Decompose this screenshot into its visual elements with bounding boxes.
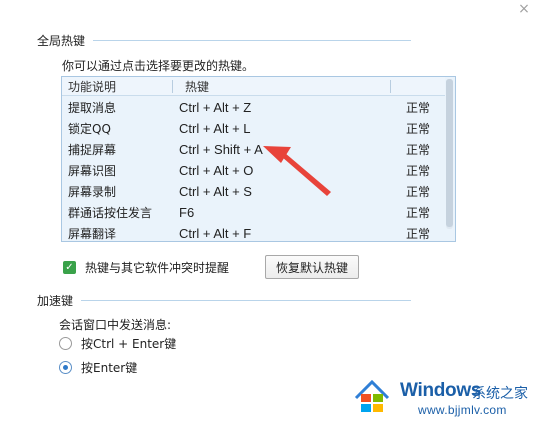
watermark: Windows 系统之家 www.bjjmlv.com [348,374,534,422]
row-hotkey[interactable]: Ctrl + Alt + S [179,184,252,199]
row-status: 正常 [406,185,431,199]
section-divider [93,40,411,41]
column-header-hotkey: 热键 [185,79,210,94]
send-message-label: 会话窗口中发送消息: [59,318,172,332]
row-status: 正常 [406,227,431,241]
row-hotkey[interactable]: Ctrl + Alt + Z [179,100,251,115]
radio-option-enter[interactable]: 按Enter键 [59,359,137,376]
row-status: 正常 [406,164,431,178]
row-hotkey[interactable]: Ctrl + Alt + F [179,226,251,241]
table-row-push-to-talk[interactable]: 群通话按住发言 F6 正常 [62,202,445,223]
conflict-reminder-checkbox[interactable]: ✓ [63,261,76,274]
row-function: 屏幕识图 [68,164,117,178]
row-function: 群通话按住发言 [68,206,153,220]
row-status: 正常 [406,206,431,220]
radio-option-ctrl-enter[interactable]: 按Ctrl + Enter键 [59,335,176,352]
row-function: 锁定QQ [68,122,111,136]
section-global-hotkeys-header: 全局热键 [37,32,411,49]
table-rows: 提取消息 Ctrl + Alt + Z 正常 锁定QQ Ctrl + Alt +… [62,97,445,241]
watermark-url: www.bjjmlv.com [418,403,507,417]
row-hotkey[interactable]: Ctrl + Shift + A [179,142,263,157]
row-hotkey[interactable]: Ctrl + Alt + O [179,163,253,178]
hotkey-description: 你可以通过点击选择要更改的热键。 [62,59,255,73]
row-status: 正常 [406,122,431,136]
row-function: 捕捉屏幕 [68,143,117,157]
row-function: 提取消息 [68,101,117,115]
table-scrollbar[interactable] [446,79,453,229]
conflict-reminder-label[interactable]: 热键与其它软件冲突时提醒 [85,259,229,276]
row-hotkey[interactable]: F6 [179,205,194,220]
column-separator [390,80,391,93]
table-row-screen-capture[interactable]: 捕捉屏幕 Ctrl + Shift + A 正常 [62,139,445,160]
section-divider [81,300,411,301]
radio-enter[interactable] [59,361,72,374]
row-function: 屏幕翻译 [68,227,117,241]
row-function: 屏幕录制 [68,185,117,199]
table-header: 功能说明 热键 [62,77,445,96]
section-accelerator-header: 加速键 [37,292,411,309]
scrollbar-thumb[interactable] [446,79,453,227]
row-status: 正常 [406,101,431,115]
table-row-screen-recognize[interactable]: 屏幕识图 Ctrl + Alt + O 正常 [62,160,445,181]
hotkey-table: 功能说明 热键 提取消息 Ctrl + Alt + Z 正常 锁定QQ Ctrl… [61,76,456,242]
column-header-function: 功能说明 [68,79,117,94]
section-title-global-hotkeys: 全局热键 [37,34,86,48]
table-row-screen-translate[interactable]: 屏幕翻译 Ctrl + Alt + F 正常 [62,223,445,241]
radio-label-ctrl-enter[interactable]: 按Ctrl + Enter键 [81,335,176,352]
section-title-accelerator: 加速键 [37,294,74,308]
table-row-screen-record[interactable]: 屏幕录制 Ctrl + Alt + S 正常 [62,181,445,202]
radio-ctrl-enter[interactable] [59,337,72,350]
table-row-lock-qq[interactable]: 锁定QQ Ctrl + Alt + L 正常 [62,118,445,139]
conflict-reminder-option[interactable]: ✓ 热键与其它软件冲突时提醒 [63,259,229,276]
watermark-chinese: 系统之家 [472,386,528,402]
table-row-extract-message[interactable]: 提取消息 Ctrl + Alt + Z 正常 [62,97,445,118]
restore-default-hotkeys-button[interactable]: 恢复默认热键 [265,255,359,279]
watermark-brand: Windows [400,380,482,401]
row-hotkey[interactable]: Ctrl + Alt + L [179,121,251,136]
row-status: 正常 [406,143,431,157]
close-button[interactable]: × [516,1,532,17]
radio-label-enter[interactable]: 按Enter键 [81,359,137,376]
windows-logo-icon [354,379,390,412]
